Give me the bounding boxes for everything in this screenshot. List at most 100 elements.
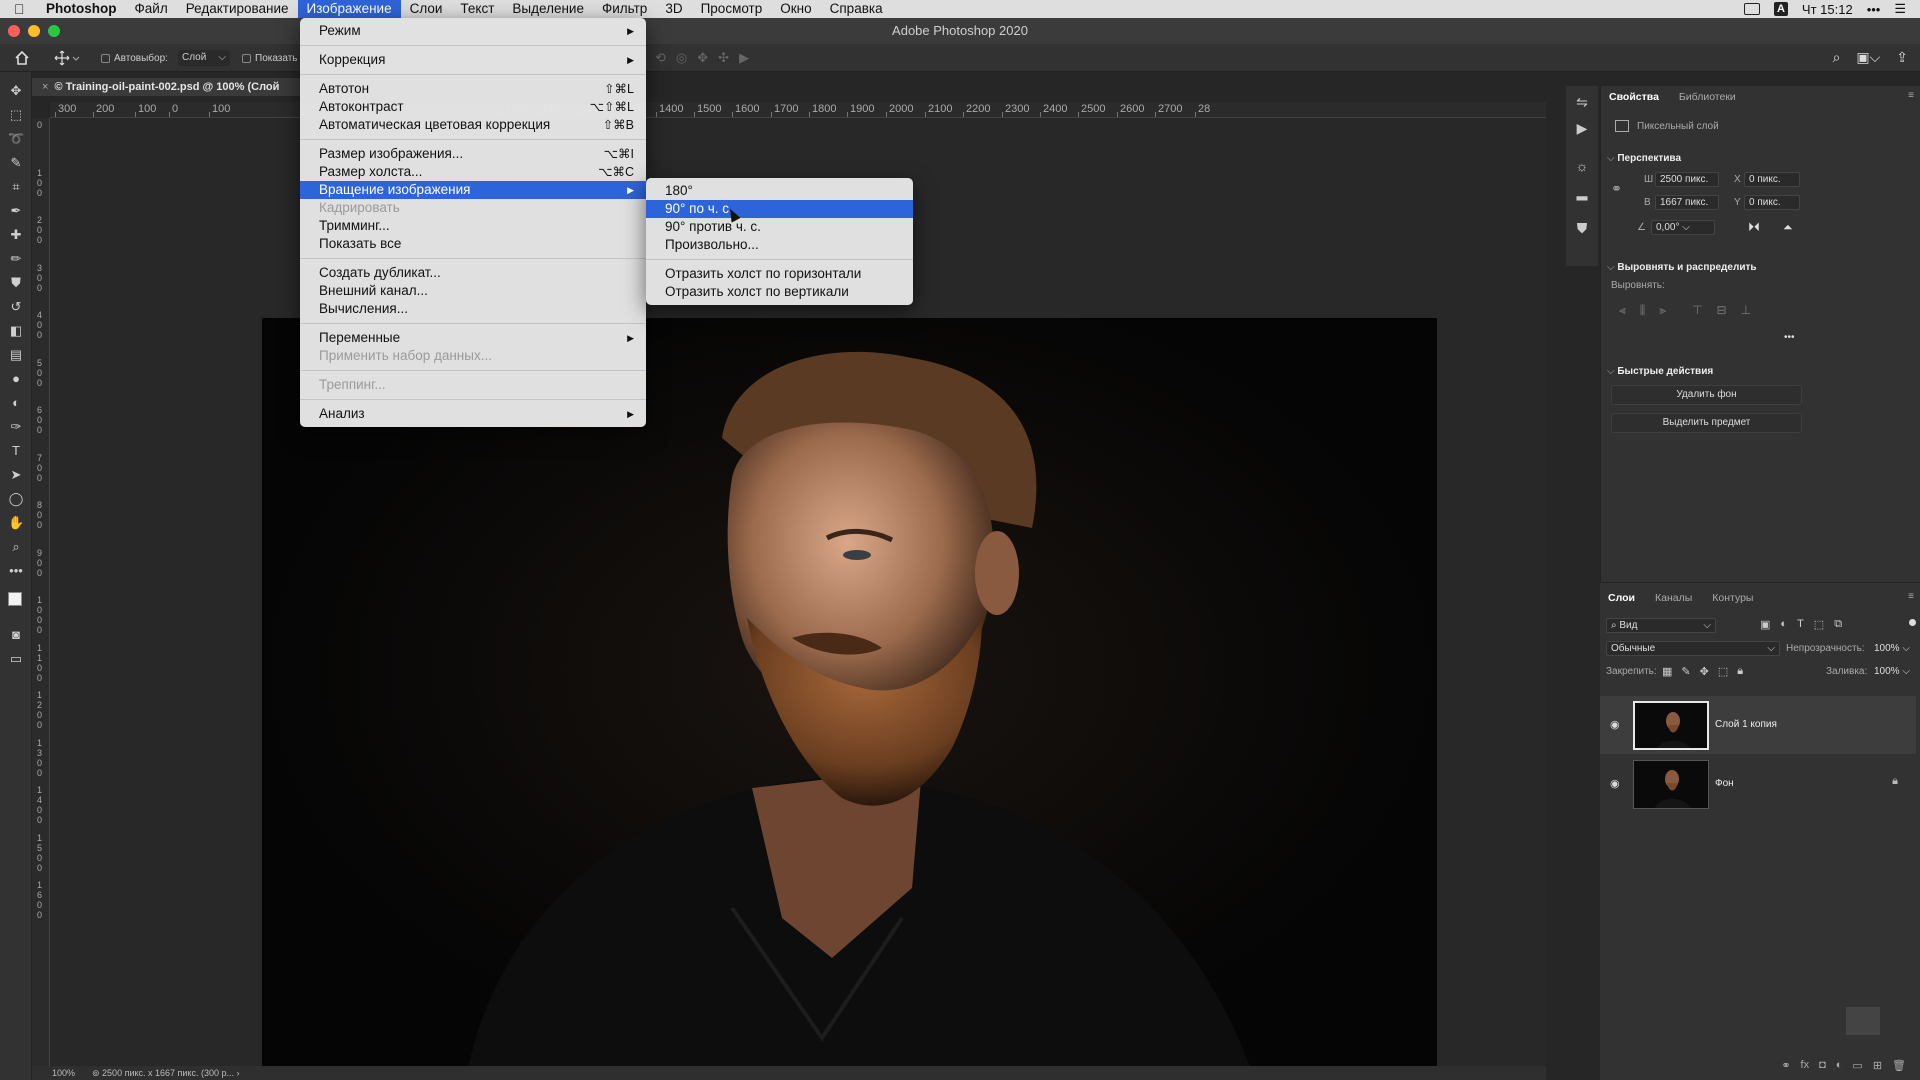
document-image[interactable] (262, 318, 1437, 1080)
apple-icon[interactable]:  (14, 1, 32, 17)
marquee-tool-icon[interactable]: ⬚ (8, 108, 24, 122)
image-menu-item[interactable]: Вращение изображения ▶ (300, 181, 646, 199)
rotate-submenu-item[interactable]: 180° (646, 182, 913, 200)
type-tool-icon[interactable]: T (8, 444, 24, 458)
width-field[interactable]: 2500 пикс. (1655, 172, 1719, 187)
screen-record-icon[interactable] (1743, 3, 1760, 15)
layer-filter-select[interactable]: ⌕ Вид ⌵ (1606, 618, 1716, 633)
layer-row[interactable]: ◉ Слой 1 копия (1600, 696, 1916, 754)
search-icon[interactable]: ⌕ (1833, 49, 1841, 66)
gradient-tool-icon[interactable]: ▤ (8, 348, 24, 362)
lock-transparency-icon[interactable]: ▦ (1662, 665, 1672, 678)
remove-background-button[interactable]: Удалить фон (1611, 385, 1802, 405)
horizontal-ruler[interactable]: 3002001000100100011001200130014001500160… (50, 102, 1546, 118)
screen-mode-icon[interactable]: ▭ (8, 652, 24, 666)
menu-edit[interactable]: Редактирование (177, 0, 298, 18)
3d-roll-icon[interactable]: ◎ (676, 50, 687, 66)
menu-window[interactable]: Окно (771, 0, 820, 18)
filter-toggle[interactable] (1909, 619, 1916, 626)
rotate-submenu-item[interactable]: 90° по ч. с. (646, 200, 913, 218)
link-layers-icon[interactable]: ⚭ (1781, 1059, 1790, 1072)
lock-pixels-icon[interactable]: ✎ (1681, 665, 1690, 678)
x-field[interactable]: 0 пикс. (1744, 172, 1800, 187)
rotate-submenu-item[interactable]: Произвольно... (646, 236, 913, 254)
input-source-icon[interactable]: A (1773, 2, 1788, 16)
menu-text[interactable]: Текст (451, 0, 503, 18)
tab-channels[interactable]: Каналы (1655, 592, 1692, 604)
share-icon[interactable]: ⇪ (1896, 49, 1908, 66)
image-menu-item[interactable]: Размер изображения... ⌥⌘I (300, 145, 646, 163)
align-top-icon[interactable]: ⊤ (1692, 303, 1702, 318)
y-field[interactable]: 0 пикс. (1744, 195, 1800, 210)
lock-artboard-icon[interactable]: ⬚ (1718, 665, 1728, 678)
tab-properties[interactable]: Свойства (1609, 91, 1659, 103)
image-menu-item[interactable]: Тримминг... (300, 217, 646, 235)
rotate-submenu-item[interactable]: Отразить холст по вертикали (646, 283, 913, 301)
crop-tool-icon[interactable]: ⌗ (8, 180, 24, 194)
lasso-tool-icon[interactable]: ➰ (8, 132, 24, 146)
actions-play-icon[interactable]: ▶ (1574, 120, 1590, 136)
filter-pixel-icon[interactable]: ▣ (1760, 618, 1770, 631)
healing-brush-tool-icon[interactable]: ✚ (8, 228, 24, 242)
show-transform-checkbox[interactable]: Показать (242, 53, 298, 64)
quick-selection-tool-icon[interactable]: ✎ (8, 156, 24, 170)
select-subject-button[interactable]: Выделить предмет (1611, 413, 1802, 433)
stamp-tool-icon[interactable]: ⛊ (8, 276, 24, 290)
new-layer-icon[interactable]: ⊞ (1873, 1059, 1882, 1072)
image-menu-item[interactable]: Автотон ⇧⌘L (300, 80, 646, 98)
fill-value[interactable]: 100% ⌵ (1874, 666, 1910, 677)
autoselect-target-select[interactable]: Слой ⌵ (178, 50, 230, 66)
filter-adjustment-icon[interactable]: ◐ (1780, 618, 1787, 631)
image-menu-item[interactable]: Размер холста... ⌥⌘C (300, 163, 646, 181)
angle-field[interactable]: 0,00° ⌵ (1651, 220, 1715, 235)
histogram-icon[interactable]: ▂ (1574, 184, 1590, 200)
layer-style-icon[interactable]: fx (1801, 1059, 1810, 1072)
autoselect-checkbox[interactable]: Автовыбор: (101, 53, 168, 64)
image-menu-item[interactable]: Режим ▶ (300, 22, 646, 40)
image-menu-item[interactable]: Переменные ▶ (300, 329, 646, 347)
3d-slide-icon[interactable]: ✣ (718, 50, 729, 66)
align-right-icon[interactable]: ⫸ (1659, 303, 1666, 318)
opacity-value[interactable]: 100% ⌵ (1874, 643, 1910, 654)
image-menu-item[interactable]: Автоматическая цветовая коррекция ⇧⌘B (300, 116, 646, 134)
new-group-icon[interactable]: ▭ (1852, 1059, 1862, 1072)
lock-position-icon[interactable]: ✥ (1700, 665, 1709, 678)
perspective-section[interactable]: Перспектива (1607, 153, 1681, 164)
layer-mask-icon[interactable]: ◘ (1819, 1059, 1826, 1072)
image-menu-item[interactable]: Коррекция ▶ (300, 51, 646, 69)
3d-camera-icon[interactable]: ▶ (739, 50, 749, 66)
history-brush-tool-icon[interactable]: ↺ (8, 300, 24, 314)
filter-type-icon[interactable]: T (1797, 618, 1804, 631)
more-icon[interactable]: ••• (1867, 2, 1881, 17)
image-menu-item[interactable]: Создать дубликат... (300, 264, 646, 282)
image-menu-item[interactable]: Автоконтраст ⌥⇧⌘L (300, 98, 646, 116)
menu-3d[interactable]: 3D (656, 0, 691, 18)
filter-smart-object-icon[interactable]: ⧉ (1834, 618, 1842, 631)
align-section[interactable]: Выровнять и распределить (1607, 262, 1756, 273)
clock[interactable]: Чт 15:12 (1802, 2, 1853, 17)
tab-libraries[interactable]: Библиотеки (1679, 91, 1736, 103)
quick-actions-section[interactable]: Быстрые действия (1607, 366, 1713, 377)
foreground-color-swatch[interactable] (8, 592, 22, 606)
rotate-submenu-item[interactable]: Отразить холст по горизонтали (646, 265, 913, 283)
adjustment-layer-icon[interactable]: ◐ (1836, 1059, 1843, 1072)
image-menu-item[interactable]: Анализ ▶ (300, 405, 646, 423)
pen-tool-icon[interactable]: ✑ (8, 420, 24, 434)
document-info[interactable]: ⊚ 2500 пикс. x 1667 пикс. (300 p... › (92, 1068, 240, 1079)
stamp-presets-icon[interactable]: ⛊ (1574, 220, 1590, 236)
menu-view[interactable]: Просмотр (692, 0, 772, 18)
menu-select[interactable]: Выделение (503, 0, 593, 18)
3d-orbit-icon[interactable]: ⟲ (655, 50, 666, 66)
workspace-icon[interactable]: ▣⌵ (1856, 49, 1880, 66)
close-tab-icon[interactable]: × (42, 81, 48, 93)
menu-file[interactable]: Файл (126, 0, 177, 18)
tab-paths[interactable]: Контуры (1712, 592, 1753, 604)
tab-layers[interactable]: Слои (1608, 592, 1635, 604)
menu-help[interactable]: Справка (821, 0, 892, 18)
menu-image[interactable]: Изображение (297, 0, 401, 18)
zoom-level[interactable]: 100% (52, 1068, 75, 1078)
document-tab[interactable]: × © Training-oil-paint-002.psd @ 100% (Сл… (32, 78, 300, 96)
more-tools-icon[interactable]: ••• (8, 564, 24, 578)
menu-app[interactable]: Photoshop (32, 0, 126, 18)
flip-horizontal-icon[interactable]: ⏵⏴ (1748, 220, 1760, 235)
